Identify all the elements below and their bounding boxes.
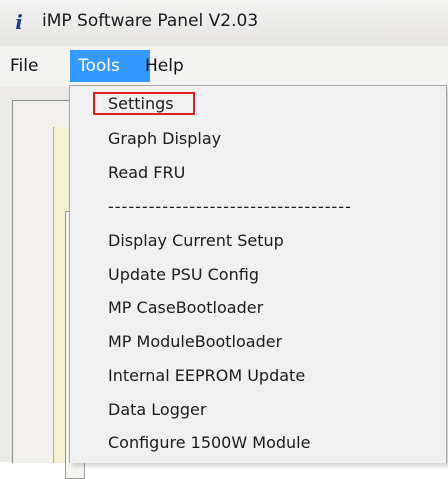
menu-item-data-logger[interactable]: Data Logger [108, 400, 206, 419]
menu-item-read-fru[interactable]: Read FRU [108, 163, 185, 182]
window-title: iMP Software Panel V2.03 [42, 11, 259, 31]
menu-file[interactable]: File [2, 50, 54, 82]
menu-item-mp-modulebootloader[interactable]: MP ModuleBootloader [108, 332, 282, 351]
menu-item-update-psu-config[interactable]: Update PSU Config [108, 265, 259, 284]
tools-dropdown-menu: Settings Graph Display Read FRU --------… [69, 85, 447, 463]
menu-item-mp-casebootloader[interactable]: MP CaseBootloader [108, 298, 263, 317]
menu-item-configure-1500w-module[interactable]: Configure 1500W Module [108, 433, 310, 452]
screen: i iMP Software Panel V2.03 File Tools He… [0, 0, 448, 479]
menu-separator: ------------------------------------ [108, 197, 352, 216]
app-info-icon: i [15, 10, 23, 34]
menu-item-internal-eeprom-update[interactable]: Internal EEPROM Update [108, 366, 305, 385]
settings-highlight-box [93, 92, 195, 115]
title-bar[interactable]: i iMP Software Panel V2.03 [0, 0, 448, 47]
menu-bar: File Tools Help [0, 46, 448, 86]
menu-help[interactable]: Help [137, 50, 205, 82]
app-window: i iMP Software Panel V2.03 File Tools He… [0, 0, 448, 479]
menu-item-graph-display[interactable]: Graph Display [108, 129, 221, 148]
menu-item-display-current-setup[interactable]: Display Current Setup [108, 231, 284, 250]
